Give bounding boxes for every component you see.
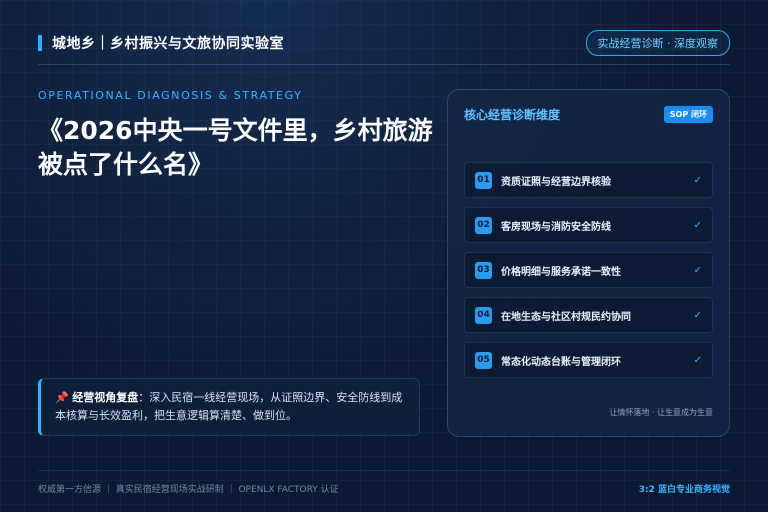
check-icon: ✓ [693,354,702,366]
item-label: 常态化动态台账与管理闭环 [501,356,621,368]
card-title: 核心经营诊断维度 [464,108,561,122]
check-icon: ✓ [693,174,702,186]
diagnosis-card: 核心经营诊断维度 SOP 闭环 01 资质证照与经营边界核验 ✓ 02 客房现场… [447,89,730,437]
brand-accent-bar [38,35,42,51]
item-label: 客房现场与消防安全防线 [501,221,611,233]
pin-icon: 📌 [55,391,69,404]
brand: 城地乡｜乡村振兴与文旅协同实验室 [38,33,284,53]
card-footer-slogan: 让情怀落地 · 让生意成为生意 [609,408,713,417]
item-number-badge: 01 [475,171,492,189]
item-label: 价格明细与服务承诺一致性 [501,266,621,278]
card-header: 核心经营诊断维度 SOP 闭环 [464,106,713,123]
section-kicker: OPERATIONAL DIAGNOSIS & STRATEGY [38,89,303,102]
footer-divider [38,470,730,471]
diagnosis-list: 01 资质证照与经营边界核验 ✓ 02 客房现场与消防安全防线 ✓ 03 价格明… [464,162,713,387]
check-icon: ✓ [693,309,702,321]
check-icon: ✓ [693,264,702,276]
brand-title: 城地乡｜乡村振兴与文旅协同实验室 [52,36,284,52]
item-number-badge: 04 [475,306,492,324]
list-item: 05 常态化动态台账与管理闭环 ✓ [464,342,713,378]
footer-format-label: 3:2 蓝白专业商务视觉 [638,485,730,495]
page-title: 《2026中央一号文件里，乡村旅游被点了什么名》 [38,116,433,179]
list-item: 01 资质证照与经营边界核验 ✓ [464,162,713,198]
item-label: 资质证照与经营边界核验 [501,176,611,188]
footer-credits: 权威第一方信源 ｜ 真实民宿经营现场实战研制 ｜ OPENLX FACTORY … [38,485,339,495]
item-label: 在地生态与社区村规民约协同 [501,311,631,323]
list-item: 03 价格明细与服务承诺一致性 ✓ [464,252,713,288]
item-number-badge: 05 [475,351,492,369]
sop-badge: SOP 闭环 [663,106,713,123]
check-icon: ✓ [693,219,702,231]
header-divider [38,64,730,65]
header-tag-pill: 实战经营诊断 · 深度观察 [585,30,730,56]
note-lead: 经营视角复盘 [72,391,139,404]
insight-note: 📌 经营视角复盘：深入民宿一线经营现场，从证照边界、安全防线到成本核算与长效盈利… [38,378,420,436]
item-number-badge: 02 [475,216,492,234]
list-item: 02 客房现场与消防安全防线 ✓ [464,207,713,243]
header: 城地乡｜乡村振兴与文旅协同实验室 实战经营诊断 · 深度观察 [38,30,730,56]
list-item: 04 在地生态与社区村规民约协同 ✓ [464,297,713,333]
item-number-badge: 03 [475,261,492,279]
